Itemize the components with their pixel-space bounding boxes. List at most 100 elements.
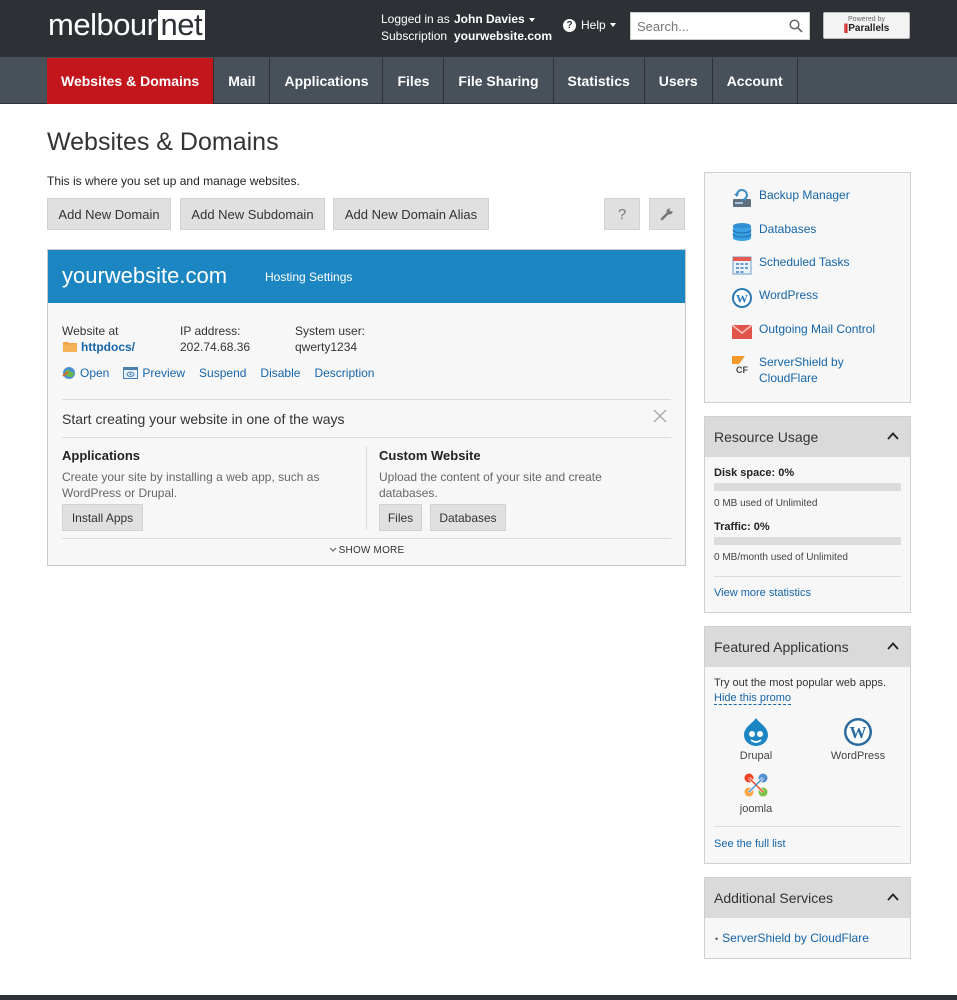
app-wordpress[interactable]: W WordPress — [823, 717, 893, 762]
subscription-value[interactable]: yourwebsite.com — [454, 28, 552, 45]
traffic-bar — [714, 537, 901, 545]
powered-by-text: Powered by — [848, 16, 885, 23]
applications-text: Create your site by installing a web app… — [62, 469, 319, 501]
footer-bar — [0, 995, 957, 1000]
featured-applications-title: Featured Applications — [714, 639, 849, 655]
database-icon — [732, 223, 752, 241]
applications-title: Applications — [62, 448, 141, 463]
files-button[interactable]: Files — [379, 504, 422, 531]
httpdocs-link[interactable]: httpdocs/ — [81, 340, 135, 354]
disk-space-label: Disk space: 0% — [714, 467, 795, 479]
add-new-domain-button[interactable]: Add New Domain — [47, 198, 171, 230]
custom-website-text-line: databases. — [379, 486, 438, 500]
traffic-usage: 0 MB/month used of Unlimited — [714, 552, 848, 563]
databases-link[interactable]: Databases — [731, 221, 816, 241]
melbournet-logo[interactable]: melbour net — [48, 7, 206, 42]
tab-files[interactable]: Files — [383, 58, 445, 104]
see-full-list-link[interactable]: See the full list — [714, 838, 786, 850]
open-link[interactable]: Open — [62, 366, 109, 380]
scheduled-tasks-link[interactable]: Scheduled Tasks — [731, 254, 850, 275]
user-menu[interactable]: John Davies — [454, 11, 535, 28]
domain-card-header: yourwebsite.com Hosting Settings — [48, 250, 685, 303]
joomla-icon — [744, 773, 768, 797]
backup-manager-label: Backup Manager — [759, 188, 850, 202]
close-icon[interactable] — [652, 408, 668, 424]
wordpress-link[interactable]: W WordPress — [731, 287, 819, 308]
page-description: This is where you set up and manage webs… — [47, 174, 300, 188]
tab-statistics[interactable]: Statistics — [554, 58, 645, 104]
additional-services-title: Additional Services — [714, 890, 834, 906]
servershield-cloudflare-link[interactable]: CF ServerShield by CloudFlare — [731, 354, 844, 386]
calendar-icon — [732, 256, 752, 275]
featured-applications-header[interactable]: Featured Applications — [705, 627, 910, 667]
app-drupal[interactable]: Drupal — [721, 717, 791, 762]
add-new-domain-alias-button[interactable]: Add New Domain Alias — [333, 198, 489, 230]
main-nav: Websites & Domains Mail Applications Fil… — [0, 57, 957, 104]
domain-name[interactable]: yourwebsite.com — [62, 263, 227, 289]
settings-button[interactable] — [649, 198, 685, 230]
chevron-up-icon[interactable] — [887, 431, 899, 441]
tab-account[interactable]: Account — [713, 58, 798, 104]
chevron-down-icon — [609, 23, 616, 27]
show-more-link[interactable]: SHOW MORE — [48, 545, 685, 556]
page-title: Websites & Domains — [47, 128, 279, 156]
cloudflare-icon: CF — [732, 356, 748, 375]
tab-file-sharing[interactable]: File Sharing — [444, 58, 554, 104]
hide-promo-link[interactable]: Hide this promo — [714, 692, 792, 705]
divider — [62, 399, 671, 400]
drupal-icon — [744, 718, 768, 746]
help-button[interactable]: ? — [604, 198, 640, 230]
domain-card: yourwebsite.com Hosting Settings Website… — [47, 249, 686, 566]
applications-text-line: WordPress or Drupal. — [62, 486, 178, 500]
tab-mail[interactable]: Mail — [214, 58, 271, 104]
search-input[interactable] — [637, 17, 787, 35]
resource-usage-header[interactable]: Resource Usage — [705, 417, 910, 457]
outgoing-mail-control-link[interactable]: Outgoing Mail Control — [731, 321, 875, 339]
preview-link[interactable]: Preview — [123, 366, 185, 380]
backup-icon — [733, 189, 751, 207]
chevron-down-icon — [329, 547, 337, 553]
hosting-settings-link[interactable]: Hosting Settings — [265, 270, 352, 284]
suspend-link[interactable]: Suspend — [199, 366, 246, 380]
show-more-label: SHOW MORE — [338, 545, 405, 556]
wordpress-label: WordPress — [759, 288, 819, 302]
divider — [62, 538, 671, 539]
divider — [62, 437, 671, 438]
custom-website-text-line: Upload the content of your site and crea… — [379, 470, 602, 484]
search-icon[interactable] — [789, 19, 803, 33]
search-box — [630, 12, 810, 40]
databases-button[interactable]: Databases — [430, 504, 506, 531]
wrench-icon — [660, 208, 673, 221]
custom-website-title: Custom Website — [379, 448, 481, 463]
backup-manager-link[interactable]: Backup Manager — [731, 187, 850, 207]
featured-applications-box: Featured Applications Try out the most p… — [704, 626, 911, 864]
ip-address-label: IP address: — [180, 324, 241, 338]
servershield-cloudflare-label: ServerShield by CloudFlare — [759, 354, 844, 386]
chevron-up-icon[interactable] — [887, 892, 899, 902]
resource-usage-box: Resource Usage Disk space: 0% 0 MB used … — [704, 416, 911, 613]
mail-icon — [731, 324, 753, 339]
servershield-service-link[interactable]: • ServerShield by CloudFlare — [715, 931, 869, 945]
install-apps-button[interactable]: Install Apps — [62, 504, 143, 531]
divider — [714, 576, 901, 577]
tab-users[interactable]: Users — [645, 58, 713, 104]
disk-space-bar — [714, 483, 901, 491]
app-joomla[interactable]: joomla — [721, 770, 791, 815]
preview-label: Preview — [142, 366, 186, 380]
user-name: John Davies — [454, 12, 525, 26]
svg-text:W: W — [736, 292, 748, 306]
preview-icon — [123, 367, 139, 379]
add-new-subdomain-button[interactable]: Add New Subdomain — [180, 198, 325, 230]
joomla-label: joomla — [739, 803, 773, 815]
tab-applications[interactable]: Applications — [270, 58, 384, 104]
additional-services-header[interactable]: Additional Services — [705, 878, 910, 918]
tab-websites-domains[interactable]: Websites & Domains — [47, 58, 215, 104]
powered-by-parallels-badge[interactable]: Powered by ||Parallels — [823, 12, 910, 39]
system-user-label: System user: — [295, 324, 366, 338]
disable-link[interactable]: Disable — [260, 366, 300, 380]
help-menu[interactable]: ? Help — [563, 18, 616, 32]
description-link[interactable]: Description — [314, 366, 374, 380]
chevron-up-icon[interactable] — [887, 641, 899, 651]
view-more-statistics-link[interactable]: View more statistics — [714, 587, 811, 599]
wordpress-icon: W — [844, 718, 872, 746]
